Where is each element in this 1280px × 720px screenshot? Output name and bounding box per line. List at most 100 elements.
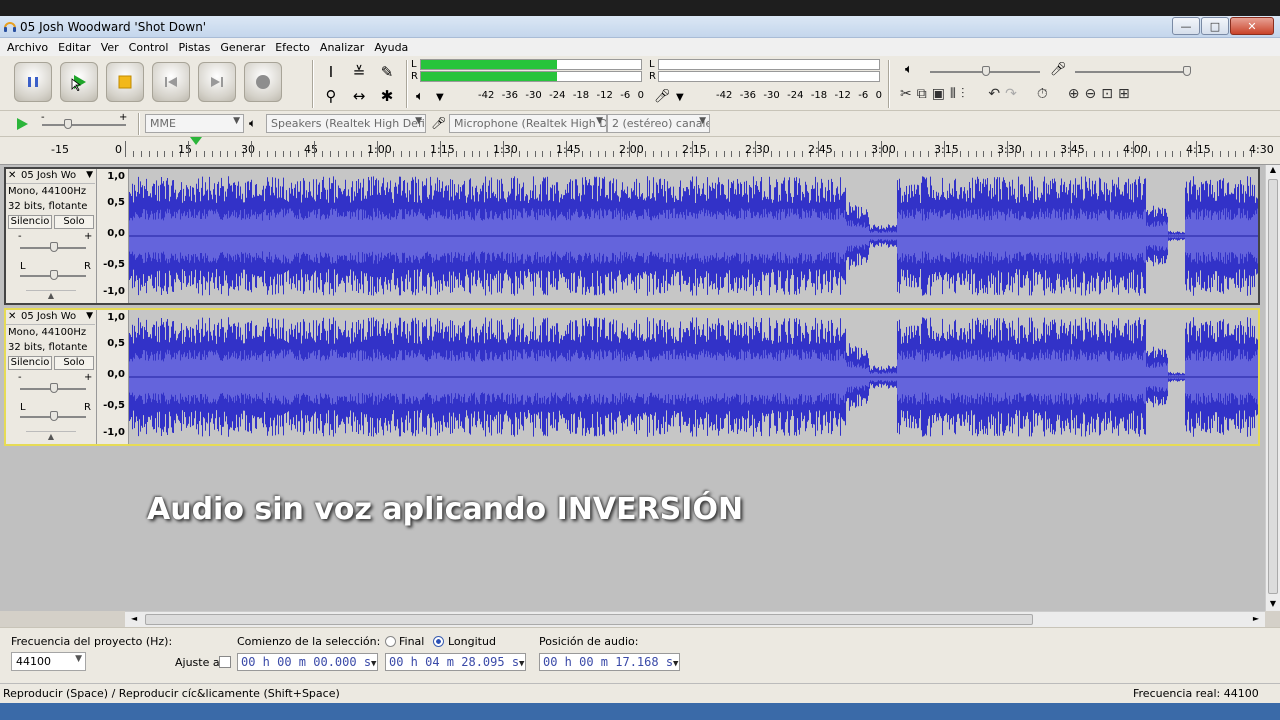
meter-tick: -24 — [549, 90, 566, 101]
scroll-up-icon[interactable]: ▲ — [1266, 165, 1280, 177]
draw-tool-icon[interactable]: ✎ — [374, 60, 400, 84]
skip-start-button[interactable] — [152, 62, 190, 102]
audio-position-field[interactable]: 00 h 00 m 17.168 s▼ — [539, 653, 680, 671]
gain-minus-label: - — [18, 231, 22, 242]
menu-generar[interactable]: Generar — [215, 41, 270, 54]
scroll-right-icon[interactable]: ► — [1253, 614, 1259, 623]
pan-slider-thumb[interactable] — [50, 411, 58, 421]
solo-button[interactable]: Solo — [54, 356, 94, 370]
ruler-tick — [707, 151, 709, 157]
chevron-down-icon[interactable]: ▼ — [676, 92, 684, 103]
horizontal-scroll-thumb[interactable] — [145, 614, 1033, 625]
gain-slider-thumb[interactable] — [50, 242, 58, 252]
zoom-in-icon[interactable]: ⊕ — [1068, 86, 1080, 102]
fit-project-icon[interactable]: ⊞ — [1118, 86, 1130, 102]
stop-button[interactable] — [106, 62, 144, 102]
ruler-tick — [274, 151, 276, 157]
mute-button[interactable]: Silencio — [8, 356, 52, 370]
vertical-scroll-thumb[interactable] — [1268, 179, 1278, 594]
skip-end-button[interactable] — [198, 62, 236, 102]
menu-control[interactable]: Control — [124, 41, 174, 54]
selection-start-field[interactable]: 00 h 00 m 00.000 s▼ — [237, 653, 378, 671]
trim-icon[interactable]: ⫴ — [950, 86, 956, 102]
horizontal-scrollbar[interactable]: ◄ ► — [125, 611, 1265, 627]
record-meter-right[interactable] — [658, 71, 880, 82]
collapse-track-icon[interactable]: ▲ — [26, 290, 76, 301]
selection-length-field[interactable]: 00 h 04 m 28.095 s▼ — [385, 653, 526, 671]
menu-archivo[interactable]: Archivo — [2, 41, 53, 54]
multi-tool-icon[interactable]: ✱ — [374, 84, 400, 108]
length-radio[interactable] — [433, 636, 444, 647]
snap-checkbox[interactable] — [219, 656, 231, 668]
input-volume-track[interactable] — [1075, 71, 1190, 73]
maximize-button[interactable]: □ — [1201, 17, 1229, 35]
redo-icon[interactable]: ↷ — [1005, 86, 1017, 102]
menu-editar[interactable]: Editar — [53, 41, 96, 54]
zoom-out-icon[interactable]: ⊖ — [1084, 86, 1096, 102]
selection-tool-icon[interactable]: I — [318, 60, 344, 84]
ruler-tick — [1054, 151, 1056, 157]
envelope-tool-icon[interactable]: ≚ — [346, 60, 372, 84]
close-track-icon[interactable]: ✕ — [8, 311, 16, 322]
track-control-panel: ✕ 05 Josh Wo ▼ Mono, 44100Hz 32 bits, fl… — [6, 169, 97, 303]
scroll-down-icon[interactable]: ▼ — [1266, 599, 1280, 611]
speed-thumb[interactable] — [64, 119, 72, 129]
chevron-down-icon[interactable]: ▼ — [436, 92, 444, 103]
solo-button[interactable]: Solo — [54, 215, 94, 229]
gain-slider-thumb[interactable] — [50, 383, 58, 393]
track-name-menu[interactable]: ✕ 05 Josh Wo ▼ — [6, 311, 95, 325]
scroll-left-icon[interactable]: ◄ — [131, 614, 137, 623]
pan-slider-thumb[interactable] — [50, 270, 58, 280]
menu-ver[interactable]: Ver — [96, 41, 124, 54]
collapse-track-icon[interactable]: ▲ — [26, 431, 76, 442]
output-device-select[interactable]: Speakers (Realtek High Definit ▼ — [266, 114, 426, 133]
minimize-button[interactable]: — — [1172, 17, 1200, 35]
ruler-tick — [881, 141, 882, 157]
paste-icon[interactable]: ▣ — [932, 86, 945, 102]
microphone-icon[interactable]: 🎤︎ — [654, 89, 671, 104]
mute-button[interactable]: Silencio — [8, 215, 52, 229]
ruler-tick — [510, 151, 512, 157]
pause-button[interactable] — [14, 62, 52, 102]
ruler-tick — [542, 151, 544, 157]
waveform-view[interactable] — [129, 169, 1258, 303]
close-track-icon[interactable]: ✕ — [8, 170, 16, 181]
menu-pistas[interactable]: Pistas — [173, 41, 215, 54]
sync-lock-icon[interactable]: ⏱ — [1037, 86, 1048, 102]
chevron-down-icon[interactable]: ▼ — [86, 311, 93, 321]
ruler-tick — [770, 151, 772, 157]
play-at-speed-icon[interactable] — [14, 116, 30, 132]
record-meter-left[interactable] — [658, 59, 880, 70]
speed-track[interactable] — [42, 124, 126, 126]
menu-ayuda[interactable]: Ayuda — [369, 41, 413, 54]
audio-track-selected[interactable]: ✕ 05 Josh Wo ▼ Mono, 44100Hz 32 bits, fl… — [4, 308, 1260, 446]
copy-icon[interactable]: ⧉ — [917, 86, 927, 102]
zoom-tool-icon[interactable]: ⚲ — [318, 84, 344, 108]
track-name-menu[interactable]: ✕ 05 Josh Wo ▼ — [6, 170, 95, 184]
input-volume-thumb[interactable] — [1183, 66, 1191, 76]
waveform-view[interactable] — [129, 310, 1258, 444]
vertical-scrollbar[interactable]: ▲ ▼ — [1265, 165, 1280, 611]
ruler-tick — [692, 141, 693, 157]
record-button[interactable] — [244, 62, 282, 102]
cut-icon[interactable]: ✂ — [900, 86, 912, 102]
close-button[interactable]: ✕ — [1230, 17, 1274, 35]
speaker-icon[interactable]: 🔈︎ — [416, 89, 424, 104]
channels-select[interactable]: 2 (estéreo) canale ▼ — [607, 114, 710, 133]
silence-icon[interactable]: ⫶ — [961, 86, 965, 102]
audio-host-select[interactable]: MME ▼ — [145, 114, 244, 133]
menu-efecto[interactable]: Efecto — [270, 41, 315, 54]
end-radio[interactable] — [385, 636, 396, 647]
timeshift-tool-icon[interactable]: ↔ — [346, 84, 372, 108]
project-rate-select[interactable]: 44100 ▼ — [11, 652, 86, 671]
output-volume-thumb[interactable] — [982, 66, 990, 76]
meter-tick: -18 — [810, 90, 828, 101]
chevron-down-icon[interactable]: ▼ — [86, 170, 93, 180]
menu-analizar[interactable]: Analizar — [315, 41, 369, 54]
fit-selection-icon[interactable]: ⊡ — [1101, 86, 1113, 102]
input-device-select[interactable]: Microphone (Realtek High Defi ▼ — [449, 114, 607, 133]
undo-icon[interactable]: ↶ — [988, 86, 1000, 102]
timeline-ruler[interactable]: -15 0 15 30 45 1:00 1:15 1:30 1:45 2:00 2:15 2:30 2:… — [0, 137, 1280, 165]
play-button[interactable] — [60, 62, 98, 102]
audio-track[interactable]: ✕ 05 Josh Wo ▼ Mono, 44100Hz 32 bits, fl… — [4, 167, 1260, 305]
